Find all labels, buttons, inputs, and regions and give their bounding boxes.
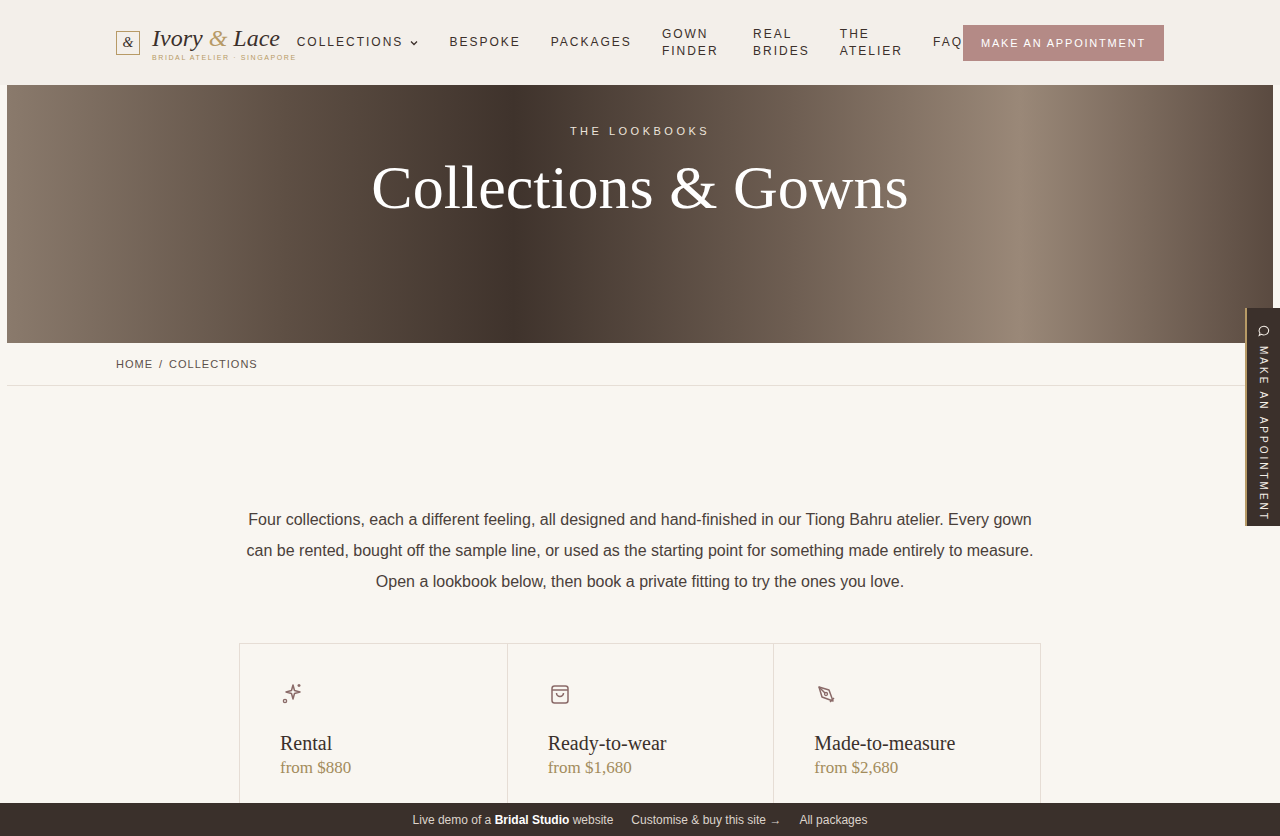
- breadcrumb: HOME / COLLECTIONS: [7, 343, 1273, 386]
- option-title: Rental: [280, 730, 467, 756]
- nav-item[interactable]: FAQ: [933, 34, 963, 51]
- nav-item[interactable]: COLLECTIONS: [297, 34, 420, 51]
- hero-title: Collections & Gowns: [371, 149, 908, 225]
- option-price: from $880: [280, 758, 467, 778]
- chevron-down-icon: [409, 38, 419, 48]
- shopping-bag-icon: [548, 682, 572, 706]
- logo-mark: &: [116, 31, 140, 55]
- appointment-button[interactable]: MAKE AN APPOINTMENT: [963, 25, 1164, 61]
- option-title: Made-to-measure: [814, 730, 1000, 756]
- nav-item[interactable]: THE ATELIER: [840, 26, 903, 60]
- option-price: from $1,680: [548, 758, 734, 778]
- option-title: Ready-to-wear: [548, 730, 734, 756]
- sparkle-icon: [280, 682, 304, 706]
- demo-bar: Live demo of a Bridal Studio website Cust…: [0, 803, 1280, 836]
- collections-content: Four collections, each a different feeli…: [0, 386, 1280, 836]
- intro-text: Four collections, each a different feeli…: [240, 504, 1040, 597]
- logo-tagline: BRIDAL ATELIER · SINGAPORE: [152, 54, 297, 61]
- logo[interactable]: &Ivory & Lace BRIDAL ATELIER · SINGAPORE: [116, 25, 297, 61]
- site-header: &Ivory & Lace BRIDAL ATELIER · SINGAPOREC…: [0, 0, 1280, 85]
- appointment-side-tab[interactable]: MAKE AN APPOINTMENT: [1245, 308, 1280, 526]
- side-tab-label: MAKE AN APPOINTMENT: [1258, 346, 1269, 522]
- chat-bubble-icon: [1257, 324, 1271, 338]
- hero-banner: THE LOOKBOOKS Collections & Gowns: [7, 85, 1273, 343]
- demo-text: Live demo of a Bridal Studio website: [413, 813, 614, 827]
- packages-link[interactable]: All packages: [799, 813, 867, 827]
- breadcrumb-item[interactable]: HOME: [116, 358, 153, 370]
- nav-item[interactable]: PACKAGES: [551, 34, 632, 51]
- logo-name: Ivory & Lace: [152, 25, 297, 51]
- customise-link[interactable]: Customise & buy this site →: [631, 813, 781, 827]
- breadcrumb-separator: /: [159, 358, 163, 370]
- main-nav: COLLECTIONS BESPOKE PACKAGES GOWN FINDER REA…: [297, 26, 963, 60]
- hero-eyebrow: THE LOOKBOOKS: [570, 125, 710, 137]
- breadcrumb-item: COLLECTIONS: [169, 358, 258, 370]
- page: &Ivory & LaceBRIDAL ATELIER · SINGAPOREC…: [0, 0, 1280, 836]
- nav-item[interactable]: BESPOKE: [449, 34, 520, 51]
- nav-item[interactable]: GOWN FINDER: [662, 26, 723, 60]
- option-price: from $2,680: [814, 758, 1000, 778]
- pen-nib-icon: [814, 682, 838, 706]
- nav-item[interactable]: REAL BRIDES: [753, 26, 810, 60]
